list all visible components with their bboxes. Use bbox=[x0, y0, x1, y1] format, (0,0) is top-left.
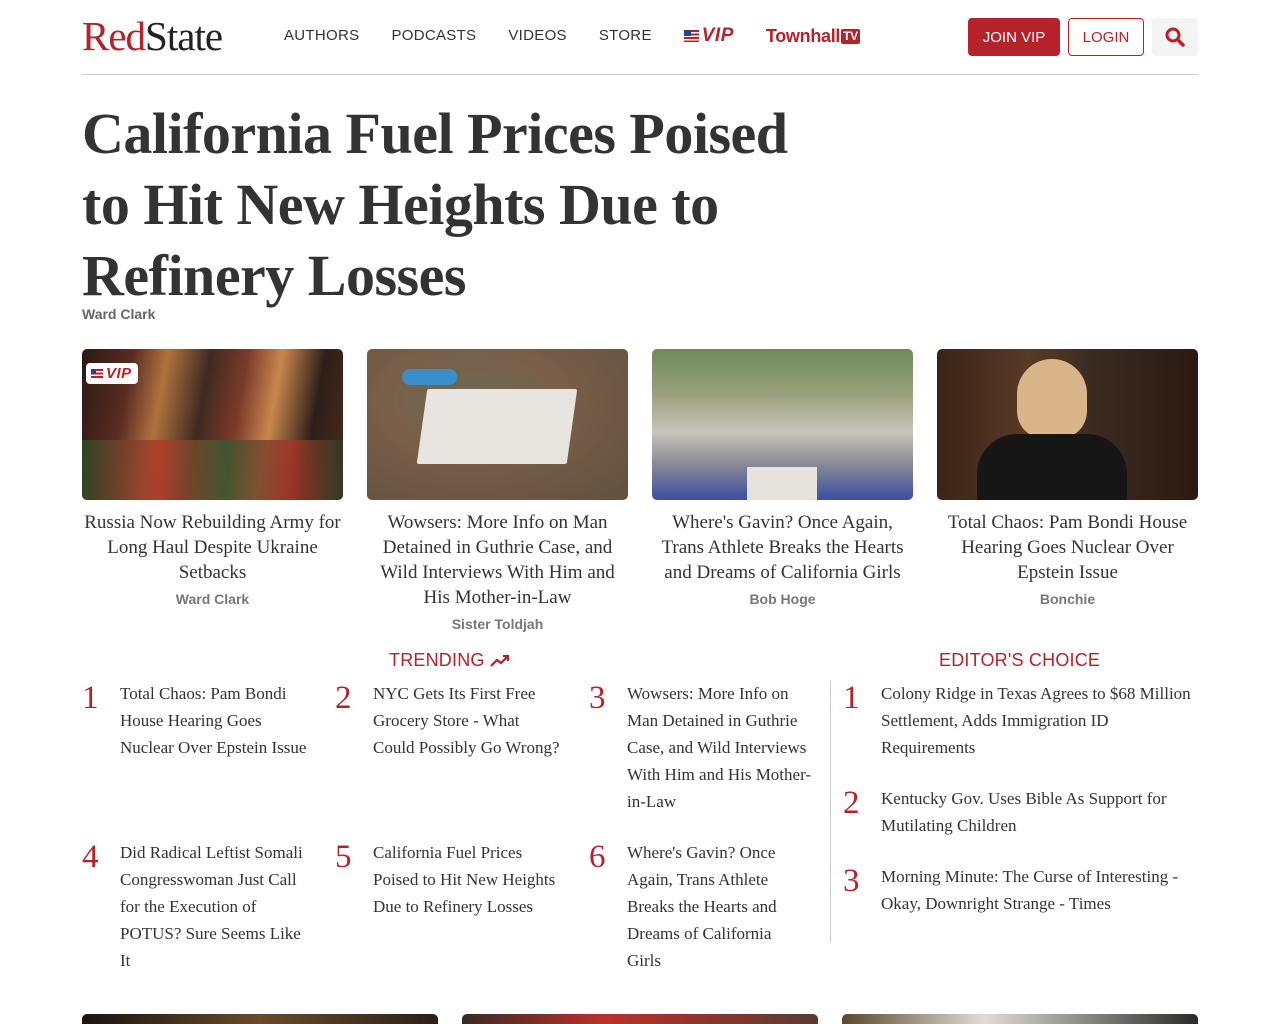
card-title[interactable]: Wowsers: More Info on Man Detained in Gu… bbox=[367, 510, 628, 610]
card-author[interactable]: Sister Toldjah bbox=[367, 616, 628, 632]
editors-choice-label: EDITOR'S CHOICE bbox=[939, 650, 1101, 670]
bottom-article-image[interactable] bbox=[82, 1014, 438, 1024]
flag-icon bbox=[91, 368, 103, 379]
nav-townhall-tv[interactable]: Townhall TV bbox=[766, 26, 860, 47]
vip-badge-label: VIP bbox=[106, 365, 132, 382]
trending-item[interactable]: 5 California Fuel Prices Poised to Hit N… bbox=[335, 839, 575, 959]
rank-number: 3 bbox=[843, 863, 860, 899]
vip-badge: VIP bbox=[86, 363, 138, 384]
trending-item[interactable]: 6 Where's Gavin? Once Again, Trans Athle… bbox=[589, 839, 829, 979]
trending-label: TRENDING bbox=[389, 650, 485, 670]
trending-title[interactable]: Where's Gavin? Once Again, Trans Athlete… bbox=[627, 839, 807, 974]
rank-number: 1 bbox=[843, 680, 860, 716]
nav-store[interactable]: STORE bbox=[599, 26, 652, 46]
rank-number: 2 bbox=[335, 680, 352, 716]
card-title[interactable]: Total Chaos: Pam Bondi House Hearing Goe… bbox=[937, 510, 1198, 585]
rank-number: 5 bbox=[335, 839, 352, 875]
bottom-article-image[interactable] bbox=[462, 1014, 818, 1024]
redstate-logo[interactable]: RedState bbox=[82, 13, 223, 59]
editors-choice-title[interactable]: Colony Ridge in Texas Agrees to $68 Mill… bbox=[881, 680, 1198, 761]
nav-vip[interactable]: VIP bbox=[683, 25, 734, 47]
trending-title[interactable]: Total Chaos: Pam Bondi House Hearing Goe… bbox=[120, 680, 310, 761]
editors-choice-item[interactable]: 2 Kentucky Gov. Uses Bible As Support fo… bbox=[843, 785, 1198, 845]
card-image-soldiers[interactable]: VIP bbox=[82, 349, 343, 500]
search-icon bbox=[1165, 27, 1185, 47]
editors-choice-title[interactable]: Morning Minute: The Curse of Interesting… bbox=[881, 863, 1198, 917]
article-card[interactable]: Where's Gavin? Once Again, Trans Athlete… bbox=[652, 349, 913, 607]
logo-red-part: Red bbox=[82, 13, 146, 59]
trending-item[interactable]: 1 Total Chaos: Pam Bondi House Hearing G… bbox=[82, 680, 322, 800]
section-divider bbox=[830, 680, 831, 942]
rank-number: 2 bbox=[843, 785, 860, 821]
main-nav: AUTHORS PODCASTS VIDEOS STORE VIP Townha… bbox=[284, 25, 860, 47]
site-header: RedState AUTHORS PODCASTS VIDEOS STORE V… bbox=[82, 0, 1198, 75]
article-card[interactable]: VIP Russia Now Rebuilding Army for Long … bbox=[82, 349, 343, 607]
editors-choice-heading: EDITOR'S CHOICE bbox=[939, 650, 1100, 671]
card-title[interactable]: Where's Gavin? Once Again, Trans Athlete… bbox=[652, 510, 913, 585]
rank-number: 3 bbox=[589, 680, 606, 716]
nav-podcasts[interactable]: PODCASTS bbox=[391, 26, 476, 46]
flag-icon bbox=[683, 30, 699, 42]
editors-choice-title[interactable]: Kentucky Gov. Uses Bible As Support for … bbox=[881, 785, 1198, 839]
card-image-podium[interactable] bbox=[652, 349, 913, 500]
card-image-bondi[interactable] bbox=[937, 349, 1198, 500]
headline-author[interactable]: Ward Clark bbox=[82, 306, 155, 322]
trending-up-icon bbox=[489, 654, 509, 667]
card-image-house-aerial[interactable] bbox=[367, 349, 628, 500]
trending-title[interactable]: Did Radical Leftist Somali Congresswoman… bbox=[120, 839, 310, 974]
login-button[interactable]: LOGIN bbox=[1068, 18, 1144, 56]
trending-item[interactable]: 4 Did Radical Leftist Somali Congresswom… bbox=[82, 839, 322, 979]
tv-label: TV bbox=[841, 28, 860, 44]
article-card[interactable]: Total Chaos: Pam Bondi House Hearing Goe… bbox=[937, 349, 1198, 607]
bottom-article-image[interactable] bbox=[842, 1014, 1198, 1024]
trending-title[interactable]: California Fuel Prices Poised to Hit New… bbox=[373, 839, 563, 920]
rank-number: 6 bbox=[589, 839, 606, 875]
editors-choice-item[interactable]: 1 Colony Ridge in Texas Agrees to $68 Mi… bbox=[843, 680, 1198, 770]
card-title[interactable]: Russia Now Rebuilding Army for Long Haul… bbox=[82, 510, 343, 585]
join-vip-button[interactable]: JOIN VIP bbox=[968, 18, 1060, 56]
rank-number: 1 bbox=[82, 680, 99, 716]
logo-dark-part: State bbox=[145, 13, 223, 59]
trending-heading: TRENDING bbox=[389, 650, 511, 671]
trending-title[interactable]: NYC Gets Its First Free Grocery Store - … bbox=[373, 680, 563, 761]
article-card[interactable]: Wowsers: More Info on Man Detained in Gu… bbox=[367, 349, 628, 632]
rank-number: 4 bbox=[82, 839, 99, 875]
townhall-label: Townhall bbox=[765, 25, 841, 46]
editors-choice-item[interactable]: 3 Morning Minute: The Curse of Interesti… bbox=[843, 863, 1198, 923]
main-headline[interactable]: California Fuel Prices Poised to Hit New… bbox=[82, 98, 802, 311]
trending-item[interactable]: 2 NYC Gets Its First Free Grocery Store … bbox=[335, 680, 575, 800]
nav-vip-label: VIP bbox=[701, 25, 734, 46]
card-author[interactable]: Bonchie bbox=[937, 591, 1198, 607]
trending-title[interactable]: Wowsers: More Info on Man Detained in Gu… bbox=[627, 680, 823, 815]
card-author[interactable]: Ward Clark bbox=[82, 591, 343, 607]
nav-videos[interactable]: VIDEOS bbox=[508, 26, 566, 46]
trending-item[interactable]: 3 Wowsers: More Info on Man Detained in … bbox=[589, 680, 829, 820]
card-author[interactable]: Bob Hoge bbox=[652, 591, 913, 607]
nav-authors[interactable]: AUTHORS bbox=[284, 26, 359, 46]
search-button[interactable] bbox=[1152, 18, 1198, 56]
